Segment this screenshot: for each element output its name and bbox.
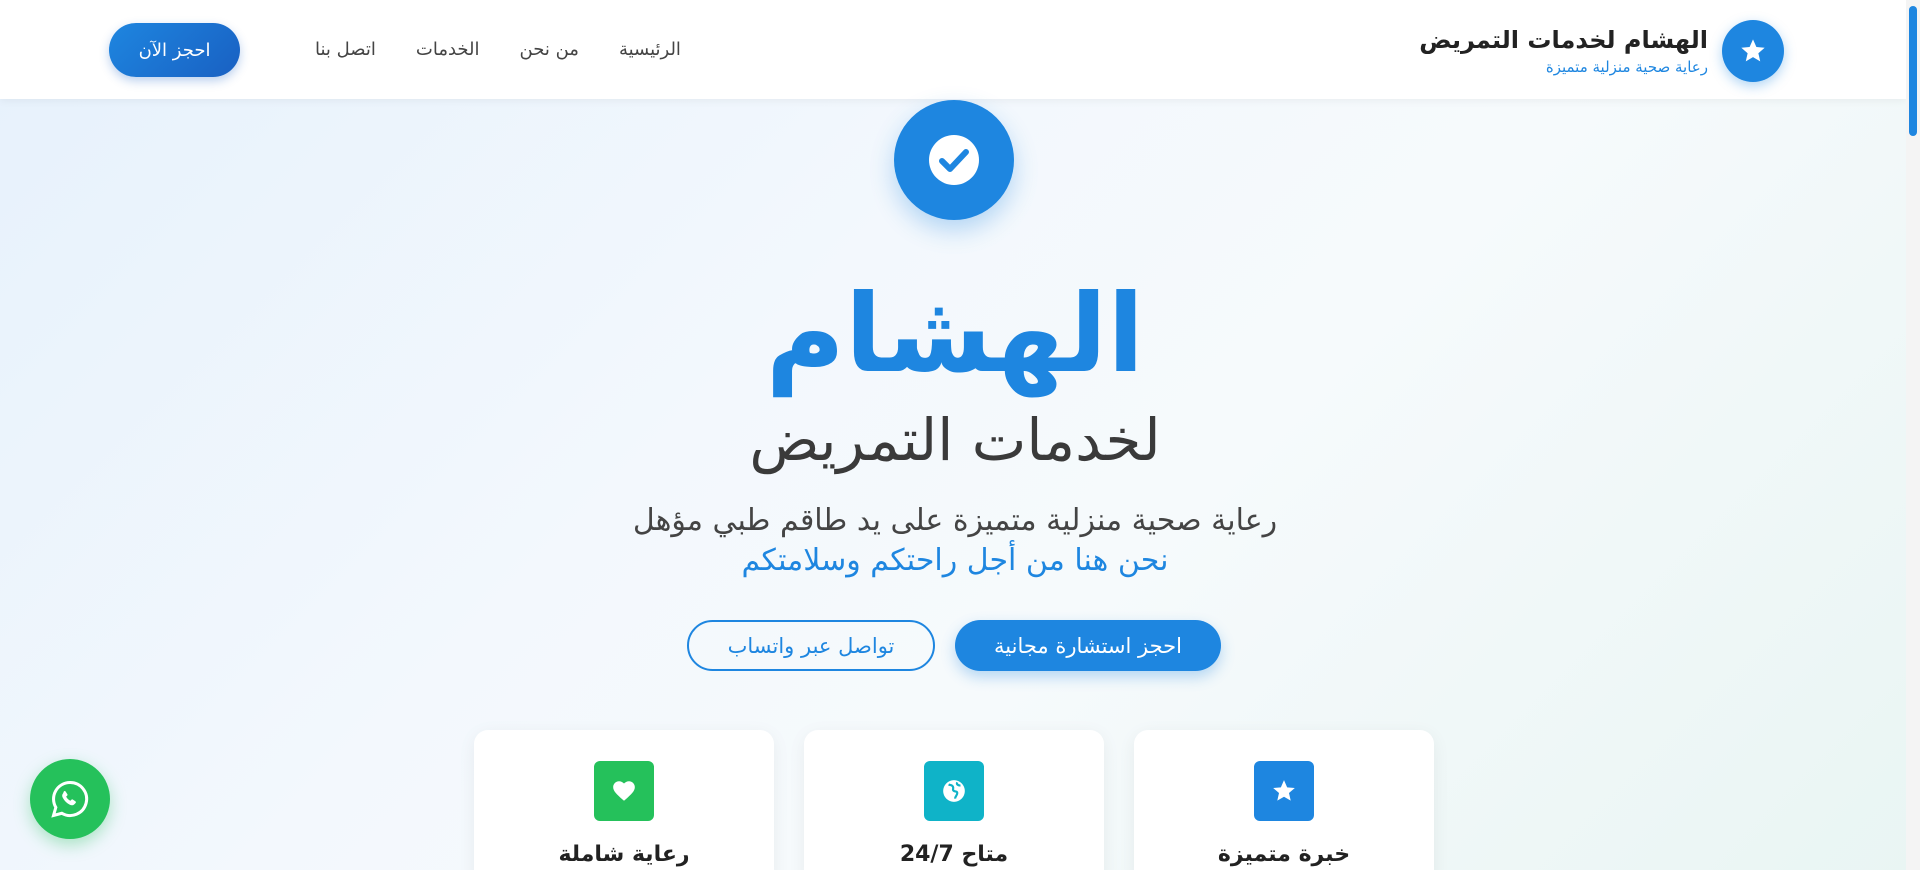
feature-card-experience: خبرة متميزة: [1134, 730, 1434, 870]
book-now-button[interactable]: احجز الآن: [109, 23, 240, 77]
hero-title: الهشام: [765, 272, 1145, 397]
feature-title: رعاية شاملة: [558, 842, 690, 867]
site-header: الهشام لخدمات التمريض رعاية صحية منزلية …: [0, 0, 1906, 99]
free-consultation-button[interactable]: احجز استشارة مجانية: [955, 620, 1221, 671]
nav-about[interactable]: من نحن: [520, 36, 579, 64]
star-icon: [1722, 20, 1784, 82]
whatsapp-icon[interactable]: [30, 759, 110, 839]
main-nav: الرئيسية من نحن الخدمات اتصل بنا: [275, 36, 681, 64]
hero-subtitle: لخدمات التمريض: [749, 406, 1161, 474]
feature-card-care: رعاية شاملة: [474, 730, 774, 870]
page-scrollbar[interactable]: [1906, 0, 1920, 870]
brand-title: الهشام لخدمات التمريض: [1419, 26, 1708, 54]
nav-contact[interactable]: اتصل بنا: [315, 36, 376, 64]
nav-services[interactable]: الخدمات: [416, 36, 480, 64]
whatsapp-contact-button[interactable]: تواصل عبر واتساب: [687, 620, 935, 671]
brand-subtitle: رعاية صحية منزلية متميزة: [1545, 58, 1708, 76]
hero-description: رعاية صحية منزلية متميزة على يد طاقم طبي…: [632, 503, 1278, 538]
heart-icon: [594, 761, 654, 821]
scrollbar-thumb[interactable]: [1909, 6, 1917, 136]
page: الهشام لخدمات التمريض رعاية صحية منزلية …: [0, 0, 1920, 870]
hero-tagline: نحن هنا من أجل راحتكم وسلامتكم: [741, 543, 1169, 578]
feature-title: خبرة متميزة: [1217, 842, 1351, 867]
feature-title: متاح 24/7: [899, 842, 1009, 867]
star-icon: [1254, 761, 1314, 821]
feature-card-availability: متاح 24/7: [804, 730, 1104, 870]
globe-icon: [924, 761, 984, 821]
check-circle-icon: [894, 100, 1014, 220]
brand[interactable]: الهشام لخدمات التمريض رعاية صحية منزلية …: [1419, 20, 1784, 82]
nav-home[interactable]: الرئيسية: [619, 36, 681, 64]
